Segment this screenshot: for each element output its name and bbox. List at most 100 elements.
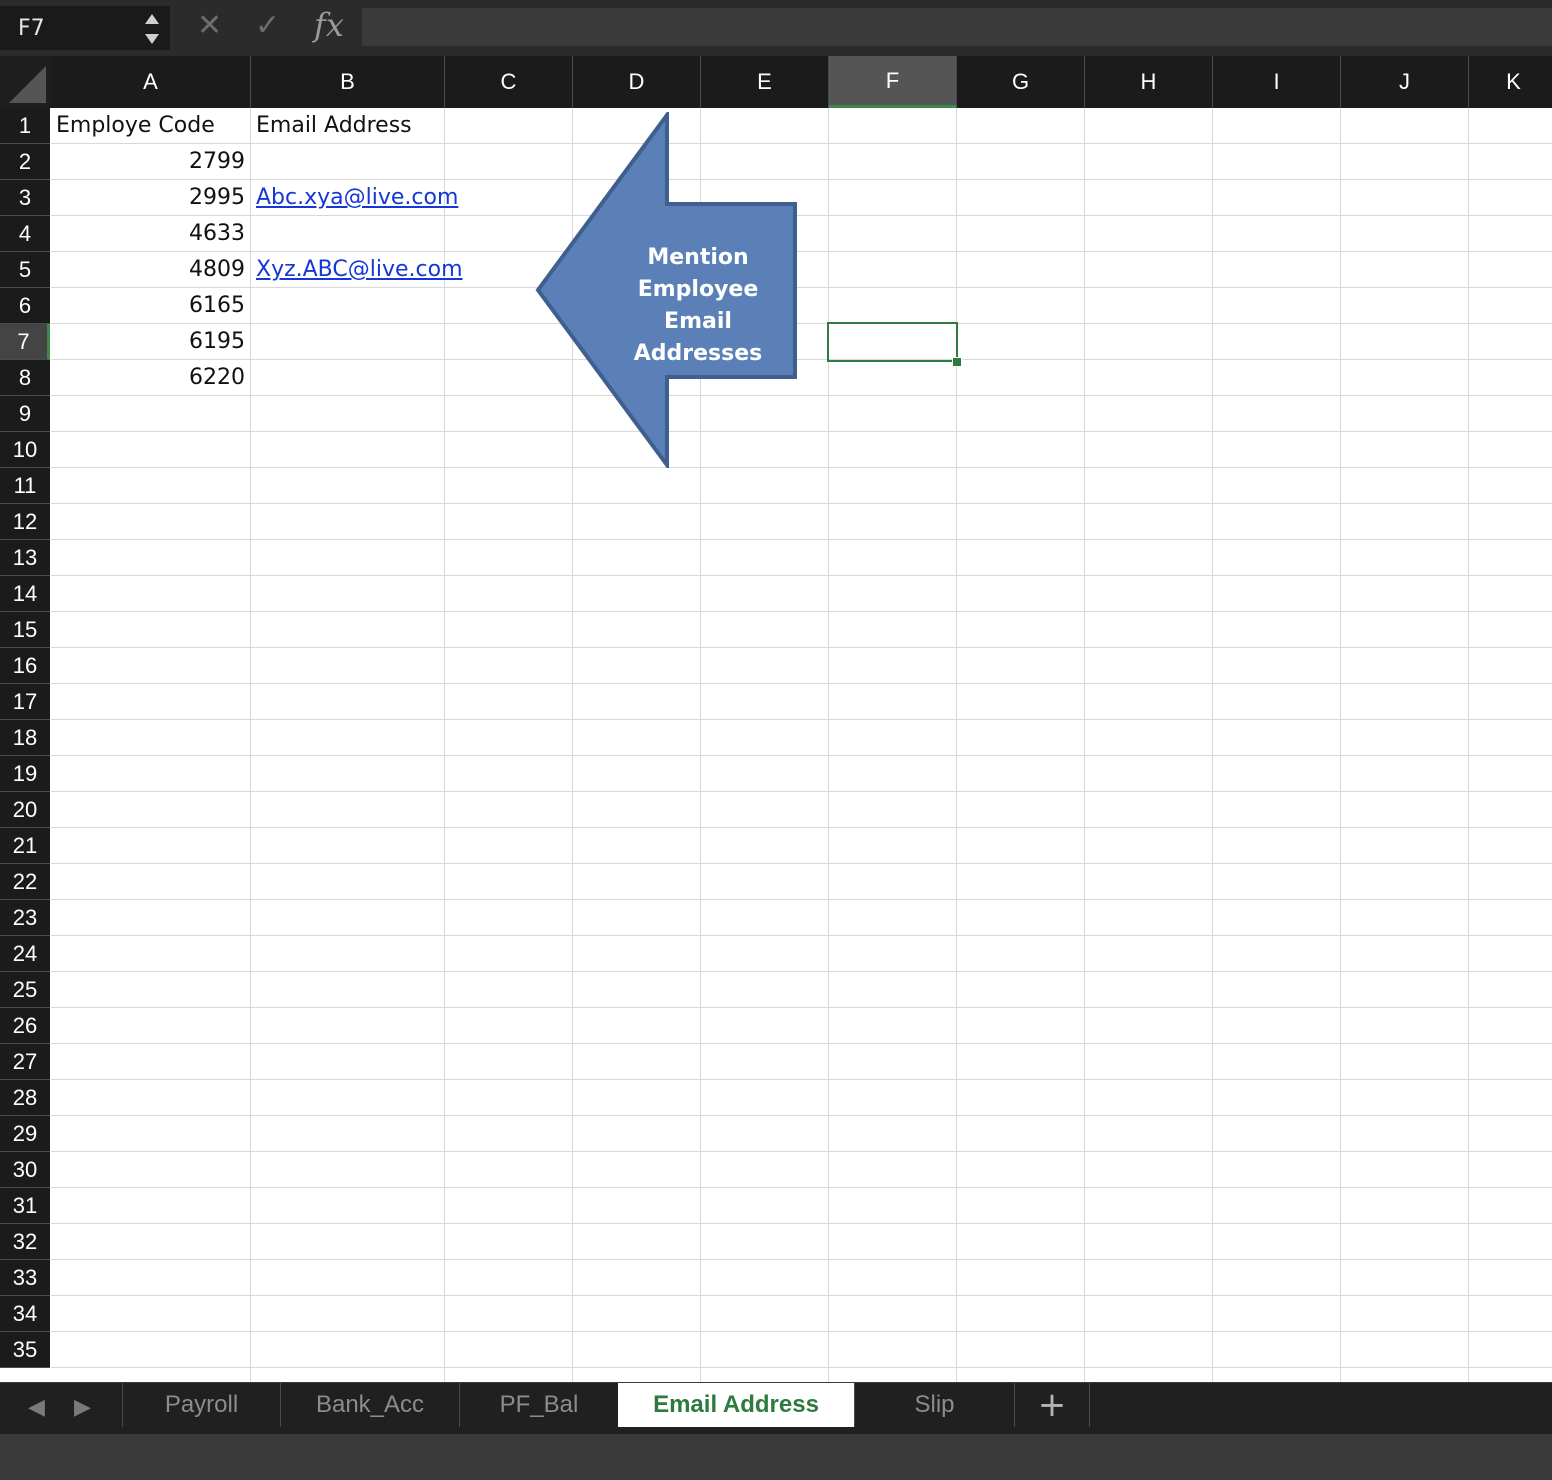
cell-b5[interactable]: Xyz.ABC@live.com <box>256 252 463 288</box>
row-gridline <box>51 935 1552 936</box>
column-gridline <box>828 108 829 1382</box>
row-gridline <box>51 431 1552 432</box>
row-header-13[interactable]: 13 <box>0 540 50 576</box>
confirm-icon[interactable]: ✓ <box>255 8 280 43</box>
row-header-1[interactable]: 1 <box>0 108 50 144</box>
cell-b3[interactable]: Abc.xya@live.com <box>256 180 458 216</box>
column-gridline <box>444 108 445 1382</box>
row-header-12[interactable]: 12 <box>0 504 50 540</box>
previous-sheet-icon[interactable]: ◀ <box>28 1395 45 1420</box>
column-header-k[interactable]: K <box>1469 56 1552 108</box>
cell-a1[interactable]: Employe Code <box>56 108 215 144</box>
sheet-tab-email-address[interactable]: Email Address <box>618 1383 854 1427</box>
row-header-15[interactable]: 15 <box>0 612 50 648</box>
row-header-30[interactable]: 30 <box>0 1152 50 1188</box>
sheet-tab-pf-bal[interactable]: PF_Bal <box>459 1383 618 1427</box>
row-header-27[interactable]: 27 <box>0 1044 50 1080</box>
row-header-16[interactable]: 16 <box>0 648 50 684</box>
row-gridline <box>51 1079 1552 1080</box>
row-gridline <box>51 1115 1552 1116</box>
row-header-23[interactable]: 23 <box>0 900 50 936</box>
row-gridline <box>51 1043 1552 1044</box>
row-header-34[interactable]: 34 <box>0 1296 50 1332</box>
row-header-19[interactable]: 19 <box>0 756 50 792</box>
select-all-triangle-icon <box>9 66 46 103</box>
cell-a8[interactable]: 6220 <box>55 360 245 396</box>
row-header-7[interactable]: 7 <box>0 324 50 360</box>
column-header-a[interactable]: A <box>51 56 251 108</box>
fill-handle[interactable] <box>952 357 962 367</box>
column-header-j[interactable]: J <box>1341 56 1469 108</box>
row-header-8[interactable]: 8 <box>0 360 50 396</box>
row-header-32[interactable]: 32 <box>0 1224 50 1260</box>
row-header-11[interactable]: 11 <box>0 468 50 504</box>
insert-function-icon[interactable]: fx <box>314 6 344 44</box>
column-header-g[interactable]: G <box>957 56 1085 108</box>
select-all-button[interactable] <box>0 56 51 108</box>
status-bar <box>0 1434 1552 1480</box>
row-header-14[interactable]: 14 <box>0 576 50 612</box>
sheet-tab-slip[interactable]: Slip <box>854 1383 1014 1427</box>
row-gridline <box>51 683 1552 684</box>
column-header-e[interactable]: E <box>701 56 829 108</box>
row-header-18[interactable]: 18 <box>0 720 50 756</box>
name-box[interactable]: F7 <box>0 6 170 50</box>
row-header-10[interactable]: 10 <box>0 432 50 468</box>
cell-a4[interactable]: 4633 <box>55 216 245 252</box>
column-headers: ABCDEFGHIJK <box>0 56 1552 108</box>
sheet-tab-bar: ◀ ▶ Payroll Bank_Acc PF_Bal Email Address Sl… <box>0 1382 1552 1435</box>
formula-bar: F7 ✕ ✓ fx <box>0 0 1552 56</box>
row-header-29[interactable]: 29 <box>0 1116 50 1152</box>
row-header-9[interactable]: 9 <box>0 396 50 432</box>
column-header-h[interactable]: H <box>1085 56 1213 108</box>
row-header-2[interactable]: 2 <box>0 144 50 180</box>
row-gridline <box>51 1295 1552 1296</box>
column-header-c[interactable]: C <box>445 56 573 108</box>
row-gridline <box>51 1007 1552 1008</box>
next-sheet-icon[interactable]: ▶ <box>74 1395 91 1420</box>
add-sheet-button[interactable]: + <box>1014 1383 1090 1427</box>
row-gridline <box>51 1151 1552 1152</box>
row-header-5[interactable]: 5 <box>0 252 50 288</box>
column-gridline <box>1468 108 1469 1382</box>
row-header-28[interactable]: 28 <box>0 1080 50 1116</box>
row-header-33[interactable]: 33 <box>0 1260 50 1296</box>
row-header-4[interactable]: 4 <box>0 216 50 252</box>
row-gridline <box>51 899 1552 900</box>
formula-input[interactable] <box>362 8 1552 46</box>
column-header-i[interactable]: I <box>1213 56 1341 108</box>
row-gridline <box>51 1223 1552 1224</box>
cell-a2[interactable]: 2799 <box>55 144 245 180</box>
row-header-35[interactable]: 35 <box>0 1332 50 1368</box>
row-header-26[interactable]: 26 <box>0 1008 50 1044</box>
row-header-31[interactable]: 31 <box>0 1188 50 1224</box>
cell-a7[interactable]: 6195 <box>55 324 245 360</box>
row-header-20[interactable]: 20 <box>0 792 50 828</box>
column-header-b[interactable]: B <box>251 56 445 108</box>
column-gridline <box>956 108 957 1382</box>
name-box-stepper-icon[interactable] <box>142 12 162 46</box>
cancel-icon[interactable]: ✕ <box>197 8 222 43</box>
sheet-tab-payroll[interactable]: Payroll <box>122 1383 280 1427</box>
cell-a3[interactable]: 2995 <box>55 180 245 216</box>
row-gridline <box>51 719 1552 720</box>
row-header-25[interactable]: 25 <box>0 972 50 1008</box>
row-header-21[interactable]: 21 <box>0 828 50 864</box>
cell-b1[interactable]: Email Address <box>256 108 412 144</box>
row-header-17[interactable]: 17 <box>0 684 50 720</box>
row-header-22[interactable]: 22 <box>0 864 50 900</box>
column-header-f[interactable]: F <box>829 56 957 108</box>
cell-a5[interactable]: 4809 <box>55 252 245 288</box>
row-gridline <box>51 1331 1552 1332</box>
row-header-24[interactable]: 24 <box>0 936 50 972</box>
row-gridline <box>51 827 1552 828</box>
active-cell-selection[interactable] <box>827 322 958 362</box>
sheet-tab-bank-acc[interactable]: Bank_Acc <box>280 1383 459 1427</box>
row-header-6[interactable]: 6 <box>0 288 50 324</box>
cell-a6[interactable]: 6165 <box>55 288 245 324</box>
row-gridline <box>51 1259 1552 1260</box>
row-gridline <box>51 971 1552 972</box>
column-header-d[interactable]: D <box>573 56 701 108</box>
row-gridline <box>51 359 1552 360</box>
row-header-3[interactable]: 3 <box>0 180 50 216</box>
